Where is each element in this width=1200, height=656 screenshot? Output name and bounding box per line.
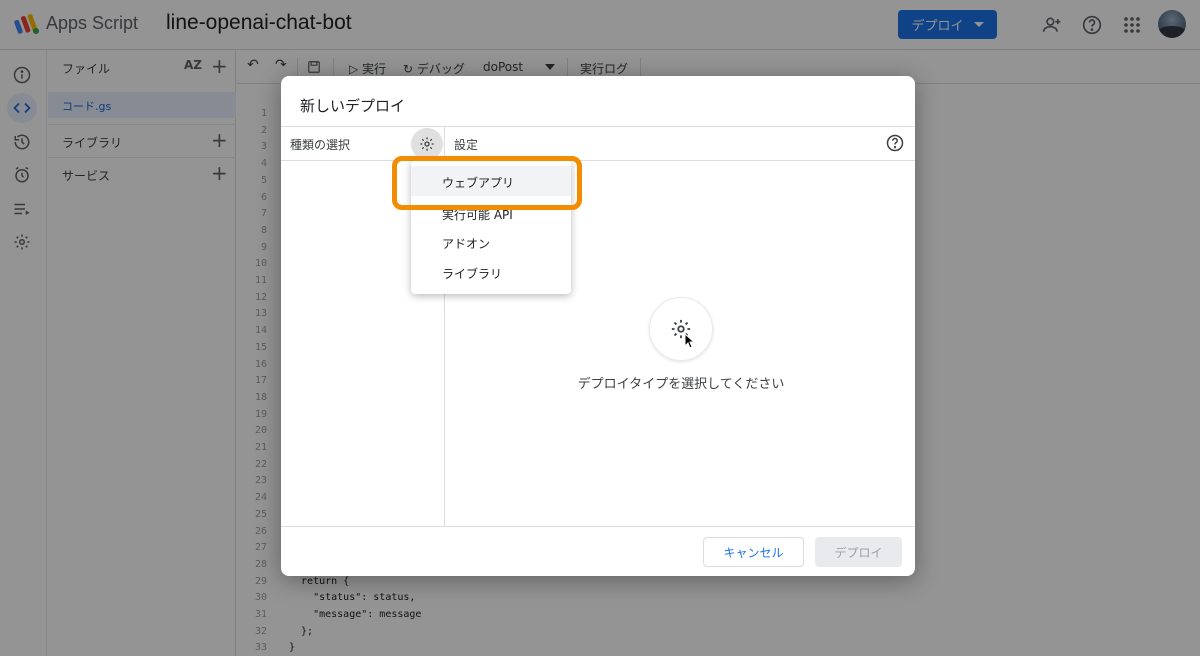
select-deploy-type-prompt: デプロイタイプを選択してください bbox=[577, 377, 785, 392]
menu-item-library[interactable]: ライブラリ bbox=[411, 257, 571, 287]
settings-label: 設定 bbox=[454, 138, 479, 152]
divider bbox=[281, 160, 915, 161]
deploy-type-gear-button[interactable] bbox=[649, 297, 713, 361]
new-deployment-dialog: 新しいデプロイ 種類の選択 設定 デプロイタイプを選択してください キャンセル … bbox=[281, 76, 915, 576]
cancel-button[interactable]: キャンセル bbox=[703, 537, 804, 567]
menu-item-label: ライブラリ bbox=[442, 267, 503, 281]
mouse-pointer-icon bbox=[684, 333, 696, 349]
divider bbox=[281, 126, 915, 127]
dialog-title: 新しいデプロイ bbox=[300, 97, 406, 115]
deploy-confirm-label: デプロイ bbox=[834, 545, 883, 560]
cancel-label: キャンセル bbox=[723, 545, 784, 560]
gear-icon bbox=[420, 137, 434, 151]
divider bbox=[281, 526, 915, 527]
orange-highlight-box bbox=[392, 156, 582, 210]
menu-item-addon[interactable]: アドオン bbox=[411, 227, 571, 257]
select-type-label: 種類の選択 bbox=[290, 138, 351, 152]
deploy-confirm-button[interactable]: デプロイ bbox=[815, 537, 902, 567]
help-icon[interactable] bbox=[886, 134, 904, 152]
menu-item-label: アドオン bbox=[442, 237, 491, 251]
